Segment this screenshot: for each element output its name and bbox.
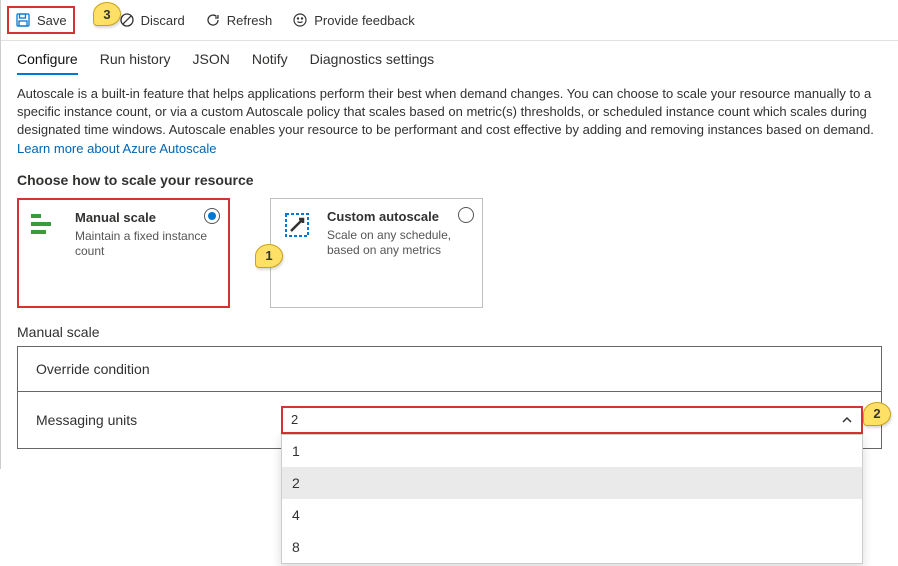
smiley-icon [292,12,308,28]
tab-notify[interactable]: Notify [252,51,288,75]
messaging-units-select[interactable]: 2 [281,406,863,434]
override-condition-row: Override condition [18,347,881,392]
save-button[interactable]: Save [11,10,71,30]
manual-scale-panel: Override condition Messaging units 2 1 2… [17,346,882,449]
manual-radio[interactable] [204,208,220,224]
card-custom-autoscale[interactable]: Custom autoscale Scale on any schedule, … [270,198,483,308]
manual-card-sub: Maintain a fixed instance count [75,229,218,260]
messaging-units-value: 2 [291,412,298,427]
chevron-up-icon [841,414,853,426]
custom-card-sub: Scale on any schedule, based on any metr… [327,228,472,259]
description-text: Autoscale is a built-in feature that hel… [17,85,882,158]
dropdown-option-8[interactable]: 8 [282,531,862,563]
manual-scale-icon [29,210,61,242]
feedback-button[interactable]: Provide feedback [288,10,418,30]
discard-button[interactable]: Discard [115,10,189,30]
choose-how-header: Choose how to scale your resource [17,172,882,188]
messaging-units-dropdown: 1 2 4 8 [281,434,863,564]
messaging-units-row: Messaging units 2 1 2 4 8 2 [18,392,881,449]
dropdown-option-1[interactable]: 1 [282,435,862,467]
page-root: Save 3 Discard Refresh Provide fe [0,0,898,469]
refresh-label: Refresh [227,13,273,28]
dropdown-option-4[interactable]: 4 [282,499,862,531]
save-label: Save [37,13,67,28]
messaging-units-select-wrap: 2 1 2 4 8 [281,406,863,434]
custom-autoscale-icon [281,209,313,241]
tab-json[interactable]: JSON [193,51,230,75]
content-area: Autoscale is a built-in feature that hel… [1,85,898,469]
save-highlight-box: Save [7,6,75,34]
refresh-icon [205,12,221,28]
tab-bar: Configure Run history JSON Notify Diagno… [1,41,898,75]
learn-more-link[interactable]: Learn more about Azure Autoscale [17,141,216,156]
callout-2: 2 [863,402,891,426]
tab-diagnostics[interactable]: Diagnostics settings [310,51,435,75]
manual-card-title: Manual scale [75,210,218,225]
dropdown-option-2[interactable]: 2 [282,467,862,499]
save-icon [15,12,31,28]
callout-3: 3 [93,2,121,26]
toolbar: Save 3 Discard Refresh Provide fe [1,0,898,41]
manual-scale-heading: Manual scale [17,324,882,340]
refresh-button[interactable]: Refresh [201,10,277,30]
callout-1: 1 [255,244,283,268]
tab-run-history[interactable]: Run history [100,51,171,75]
custom-card-title: Custom autoscale [327,209,472,224]
custom-radio[interactable] [458,207,474,223]
override-condition-label: Override condition [36,361,281,377]
discard-label: Discard [141,13,185,28]
scale-mode-cards: Manual scale Maintain a fixed instance c… [17,198,882,308]
messaging-units-label: Messaging units [36,412,281,428]
feedback-label: Provide feedback [314,13,414,28]
discard-icon [119,12,135,28]
card-manual-scale[interactable]: Manual scale Maintain a fixed instance c… [17,198,230,308]
tab-configure[interactable]: Configure [17,51,78,75]
